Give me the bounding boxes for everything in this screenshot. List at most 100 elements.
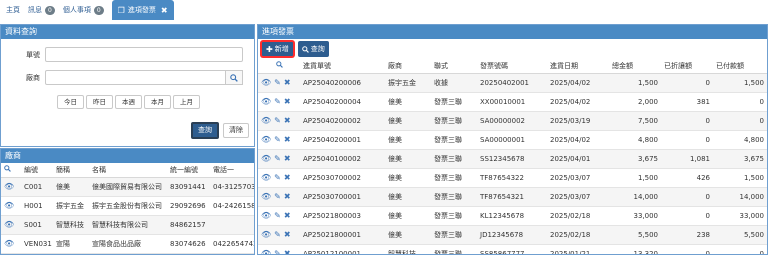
vendor-filter-column[interactable] [1, 163, 21, 178]
invoice-row[interactable]: 👁︎ ✎ ✖ AP25040200002 億美 發票三聯 SA00000002 2025/03… [258, 111, 767, 131]
row-actions: 👁︎ ✎ ✖ [258, 225, 300, 245]
delete-icon[interactable]: ✖ [284, 192, 291, 201]
cell-vendor: 億美 [385, 92, 431, 112]
pencil-icon[interactable]: ✎ [274, 116, 281, 125]
column-header-tax-id[interactable]: 統一編號 [167, 163, 210, 178]
this-week-button[interactable]: 本週 [115, 95, 142, 109]
pencil-icon[interactable]: ✎ [274, 173, 281, 182]
vendor-search-button[interactable] [226, 70, 243, 85]
delete-icon[interactable]: ✖ [284, 116, 291, 125]
column-header-discounted[interactable]: 已折讓額 [661, 59, 713, 74]
search-button[interactable]: 查詢 [297, 41, 329, 57]
column-header-short-name[interactable]: 簡稱 [53, 163, 89, 178]
cell-total-amount: 13,320 [609, 244, 661, 254]
eye-icon[interactable]: 👁︎ [4, 220, 14, 229]
pencil-icon[interactable]: ✎ [274, 154, 281, 163]
column-header-vendor[interactable]: 廠商 [385, 59, 431, 74]
row-actions: 👁︎ ✎ ✖ [258, 130, 300, 150]
eye-icon[interactable]: 👁︎ [261, 154, 271, 163]
eye-icon[interactable]: 👁︎ [261, 230, 271, 239]
yesterday-button[interactable]: 昨日 [86, 95, 113, 109]
vendor-row[interactable]: 👁︎ VEN031 宣陽 宣陽食品出品廠 83074626 0422654742 [1, 234, 254, 254]
column-header-paid[interactable]: 已付款額 [713, 59, 767, 74]
delete-icon[interactable]: ✖ [284, 135, 291, 144]
close-icon[interactable]: ✖ [161, 6, 168, 15]
column-header-copy-type[interactable]: 聯式 [431, 59, 477, 74]
delete-icon[interactable]: ✖ [284, 230, 291, 239]
tab-messages[interactable]: 訊息 0 [28, 5, 55, 15]
pencil-icon[interactable]: ✎ [274, 249, 281, 254]
eye-icon[interactable]: 👁︎ [261, 78, 271, 87]
invoice-row[interactable]: 👁︎ ✎ ✖ AP25021800001 億美 發票三聯 JD12345678 2025/02… [258, 225, 767, 245]
eye-icon[interactable]: 👁︎ [261, 211, 271, 220]
delete-icon[interactable]: ✖ [284, 249, 291, 254]
eye-icon[interactable]: 👁︎ [4, 182, 14, 191]
column-header-code[interactable]: 編號 [21, 163, 53, 178]
column-header-name[interactable]: 名稱 [89, 163, 167, 178]
invoice-row[interactable]: 👁︎ ✎ ✖ AP25012100001 智慧科技 發票三聯 SS85867777 2025/… [258, 244, 767, 254]
last-month-button[interactable]: 上月 [173, 95, 200, 109]
eye-icon[interactable]: 👁︎ [261, 135, 271, 144]
invoice-filter-column[interactable] [258, 59, 300, 74]
order-no-row: 單號 [1, 47, 243, 62]
invoice-row[interactable]: 👁︎ ✎ ✖ AP25040200004 億美 發票三聯 XX00010001 2025/04… [258, 92, 767, 112]
query-button[interactable]: 查詢 [191, 122, 219, 139]
today-button[interactable]: 今日 [57, 95, 84, 109]
cell-total-amount: 7,500 [609, 111, 661, 131]
cell-copy-type: 發票三聯 [431, 111, 477, 131]
cell-total-amount: 33,000 [609, 206, 661, 226]
eye-icon[interactable]: 👁︎ [4, 201, 14, 210]
view-cell: 👁︎ [1, 196, 21, 216]
delete-icon[interactable]: ✖ [284, 154, 291, 163]
pencil-icon[interactable]: ✎ [274, 230, 281, 239]
this-month-button[interactable]: 本月 [144, 95, 171, 109]
column-header-total[interactable]: 總金額 [609, 59, 661, 74]
cell-paid-amount: 3,675 [713, 149, 767, 169]
column-header-purchase-date[interactable]: 進貨日期 [547, 59, 609, 74]
pencil-icon[interactable]: ✎ [274, 97, 281, 106]
column-header-purchase-no[interactable]: 進貨單號 [300, 59, 385, 74]
vendor-row[interactable]: 👁︎ S001 智慧科技 智慧科技有限公司 84862157 [1, 215, 254, 235]
eye-icon[interactable]: 👁︎ [261, 192, 271, 201]
delete-icon[interactable]: ✖ [284, 78, 291, 87]
eye-icon[interactable]: 👁︎ [261, 249, 271, 254]
pencil-icon[interactable]: ✎ [274, 192, 281, 201]
order-no-input[interactable] [45, 47, 243, 62]
vendor-row[interactable]: 👁︎ H001 振宇五金 振宇五金股份有限公司 29092696 04-2426… [1, 196, 254, 216]
pencil-icon[interactable]: ✎ [274, 211, 281, 220]
eye-icon[interactable]: 👁︎ [261, 97, 271, 106]
invoice-row[interactable]: 👁︎ ✎ ✖ AP25021800003 億美 發票三聯 KL12345678 2025/02… [258, 206, 767, 226]
tab-purchase-invoice[interactable]: ❐ 進項發票 ✖ [111, 0, 174, 20]
invoice-row[interactable]: 👁︎ ✎ ✖ AP25030700002 億美 發票三聯 TF87654322 2025/03… [258, 168, 767, 188]
cell-total-amount: 5,500 [609, 225, 661, 245]
invoice-row[interactable]: 👁︎ ✎ ✖ AP25040200006 振宇五金 收據 20250402001 2025/0… [258, 73, 767, 93]
pencil-icon[interactable]: ✎ [274, 78, 281, 87]
cell-invoice-no: SS12345678 [477, 149, 547, 169]
vendor-row: 廠商 [1, 70, 243, 85]
cell-purchase-no: AP25040200001 [300, 130, 385, 150]
eye-icon[interactable]: 👁︎ [261, 116, 271, 125]
vendor-input[interactable] [45, 70, 226, 85]
delete-icon[interactable]: ✖ [284, 97, 291, 106]
vendor-table: 編號 簡稱 名稱 統一編號 電話一 👁︎ C001 億美 億美國際貿易有限公司 … [1, 163, 254, 254]
cell-invoice-no: XX00010001 [477, 92, 547, 112]
column-header-phone[interactable]: 電話一 [210, 163, 254, 178]
add-button[interactable]: ✚ 新增 [261, 41, 294, 57]
column-header-invoice-no[interactable]: 發票號碼 [477, 59, 547, 74]
delete-icon[interactable]: ✖ [284, 173, 291, 182]
tab-home[interactable]: 主頁 [6, 5, 20, 15]
invoice-row[interactable]: 👁︎ ✎ ✖ AP25030700001 億美 發票三聯 TF87654321 2025/03… [258, 187, 767, 207]
cell-invoice-no: KL12345678 [477, 206, 547, 226]
delete-icon[interactable]: ✖ [284, 211, 291, 220]
vendor-row[interactable]: 👁︎ C001 億美 億美國際貿易有限公司 83091441 04-312570… [1, 177, 254, 197]
cell-discounted-amount: 0 [661, 111, 713, 131]
cell-purchase-no: AP25040100002 [300, 149, 385, 169]
tab-personal-items[interactable]: 個人事項 0 [63, 5, 104, 15]
pencil-icon[interactable]: ✎ [274, 135, 281, 144]
invoice-row[interactable]: 👁︎ ✎ ✖ AP25040100002 億美 發票三聯 SS12345678 2025/04… [258, 149, 767, 169]
cell-purchase-no: AP25030700001 [300, 187, 385, 207]
clear-button[interactable]: 清除 [223, 123, 249, 138]
invoice-row[interactable]: 👁︎ ✎ ✖ AP25040200001 億美 發票三聯 SA00000001 2025/04… [258, 130, 767, 150]
eye-icon[interactable]: 👁︎ [261, 173, 271, 182]
eye-icon[interactable]: 👁︎ [4, 239, 14, 248]
